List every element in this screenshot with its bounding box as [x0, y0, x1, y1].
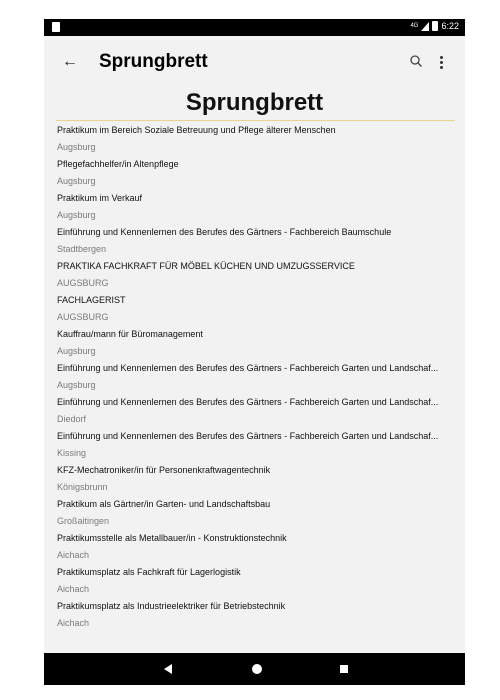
app-bar: ← Sprungbrett	[44, 36, 465, 92]
list-item[interactable]: KFZ-Mechatroniker/in für Personenkraftwa…	[57, 464, 457, 498]
item-title: Praktikumsstelle als Metallbauer/in - Ko…	[57, 533, 287, 543]
battery-icon	[432, 21, 439, 31]
device-screen: 4G 6:22 ← Sprungbrett Sprungbrett Prakti…	[44, 19, 465, 685]
list-item[interactable]: FACHLAGERIST AUGSBURG	[57, 294, 457, 328]
title-divider	[56, 120, 455, 121]
list-item[interactable]: Einführung und Kennenlernen des Berufes …	[57, 226, 457, 260]
item-location: Stadtbergen	[57, 244, 107, 254]
item-title: Praktikum im Bereich Soziale Betreuung u…	[57, 125, 336, 135]
item-location: Diedorf	[57, 414, 87, 424]
item-location: Aichach	[57, 550, 90, 560]
nav-recents-icon[interactable]	[340, 665, 348, 673]
item-location: Königsbrunn	[57, 482, 108, 492]
list-item[interactable]: Pflegefachhelfer/in Altenpflege Augsburg	[57, 158, 457, 192]
item-title: Praktikum im Verkauf	[57, 193, 143, 203]
network-type: 4G	[410, 23, 419, 29]
status-bar: 4G 6:22	[44, 19, 465, 36]
list-item[interactable]: Praktikumsplatz als Fachkraft für Lagerl…	[57, 566, 457, 600]
item-location: Kissing	[57, 448, 87, 458]
item-location: Augsburg	[57, 346, 96, 356]
nav-home-icon[interactable]	[252, 664, 262, 674]
item-title: Kauffrau/mann für Büromanagement	[57, 329, 203, 339]
status-time: 6:22	[441, 21, 459, 31]
list-item[interactable]: Praktikumsstelle als Metallbauer/in - Ko…	[57, 532, 457, 566]
item-location: Großaitingen	[57, 516, 110, 526]
status-icons: 4G 6:22	[410, 21, 459, 31]
item-title: Praktikumsplatz als Industrieelektriker …	[57, 601, 286, 611]
item-location: Augsburg	[57, 142, 96, 152]
item-location: AUGSBURG	[57, 278, 109, 288]
sim-card-icon	[52, 22, 60, 32]
signal-icon	[421, 21, 430, 31]
list-item[interactable]: Praktikum im Bereich Soziale Betreuung u…	[57, 124, 457, 158]
item-title: Einführung und Kennenlernen des Berufes …	[57, 227, 392, 237]
list-item[interactable]: Praktikum als Gärtner/in Garten- und Lan…	[57, 498, 457, 532]
item-location: Aichach	[57, 584, 90, 594]
page-title: Sprungbrett	[185, 89, 324, 116]
item-title: Einführung und Kennenlernen des Berufes …	[57, 363, 439, 373]
item-location: Augsburg	[57, 380, 96, 390]
list-item[interactable]: Einführung und Kennenlernen des Berufes …	[57, 362, 457, 396]
item-title: Praktikumsplatz als Fachkraft für Lagerl…	[57, 567, 241, 577]
item-title: PRAKTIKA FACHKRAFT FÜR MÖBEL KÜCHEN UND …	[57, 261, 355, 271]
item-title: FACHLAGERIST	[57, 295, 126, 305]
item-location: AUGSBURG	[57, 312, 109, 322]
item-location: Augsburg	[57, 210, 96, 220]
item-title: Einführung und Kennenlernen des Berufes …	[57, 397, 439, 407]
item-title: Pflegefachhelfer/in Altenpflege	[57, 159, 179, 169]
item-location: Aichach	[57, 618, 90, 628]
list-item[interactable]: Einführung und Kennenlernen des Berufes …	[57, 430, 457, 464]
navigation-bar	[44, 653, 465, 685]
search-icon[interactable]	[409, 54, 423, 68]
list-item[interactable]: Einführung und Kennenlernen des Berufes …	[57, 396, 457, 430]
list-item[interactable]: Kauffrau/mann für Büromanagement Augsburg	[57, 328, 457, 362]
app-title: Sprungbrett	[99, 51, 208, 72]
list-item[interactable]: PRAKTIKA FACHKRAFT FÜR MÖBEL KÜCHEN UND …	[57, 260, 457, 294]
list-item[interactable]: Praktikumsplatz als Industrieelektriker …	[57, 600, 457, 634]
item-title: Praktikum als Gärtner/in Garten- und Lan…	[57, 499, 271, 509]
item-title: KFZ-Mechatroniker/in für Personenkraftwa…	[57, 465, 271, 475]
back-arrow-icon[interactable]: ←	[62, 53, 78, 71]
job-list: Praktikum im Bereich Soziale Betreuung u…	[57, 124, 457, 634]
list-item[interactable]: Praktikum im Verkauf Augsburg	[57, 192, 457, 226]
item-title: Einführung und Kennenlernen des Berufes …	[57, 431, 439, 441]
item-location: Augsburg	[57, 176, 96, 186]
nav-back-icon[interactable]	[164, 664, 172, 674]
more-options-icon[interactable]	[440, 56, 444, 70]
